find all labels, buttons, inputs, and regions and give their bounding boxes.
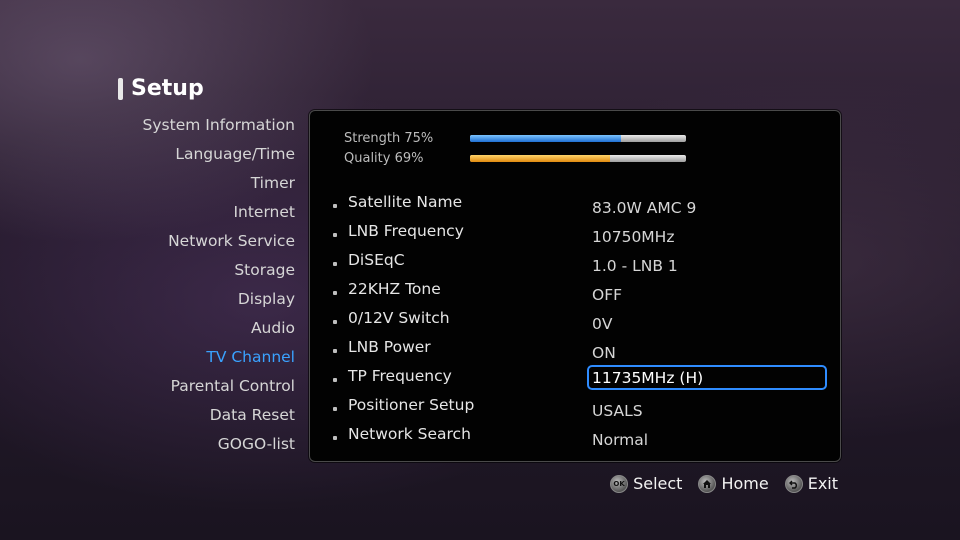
bullet-icon xyxy=(333,262,337,266)
setting-label: 0/12V Switch xyxy=(348,309,450,327)
setting-label: 22KHZ Tone xyxy=(348,280,441,298)
footer-hints: OK Select Home Exit xyxy=(594,474,838,493)
setting-value[interactable]: 0V xyxy=(592,315,612,333)
home-button[interactable]: Home xyxy=(698,474,769,493)
setting-row-lnb-frequency[interactable]: LNB Frequency 10750MHz xyxy=(310,220,840,249)
setting-row-0-12v-switch[interactable]: 0/12V Switch 0V xyxy=(310,307,840,336)
bullet-icon xyxy=(333,349,337,353)
setting-row-satellite-name[interactable]: Satellite Name 83.0W AMC 9 xyxy=(310,191,840,220)
setting-row-diseqc[interactable]: DiSEqC 1.0 - LNB 1 xyxy=(310,249,840,278)
tv-channel-panel: Strength 75% Quality 69% Satellite Name … xyxy=(309,110,841,462)
signal-strength-fill xyxy=(470,134,622,142)
exit-label: Exit xyxy=(807,474,838,493)
menu-item-network-service[interactable]: Network Service xyxy=(143,228,295,257)
setup-menu: System Information Language/Time Timer I… xyxy=(143,112,295,460)
page-header: Setup xyxy=(118,76,204,101)
setting-value[interactable]: OFF xyxy=(592,286,622,304)
setting-label: Satellite Name xyxy=(348,193,463,211)
setting-value[interactable]: USALS xyxy=(592,402,643,420)
menu-item-data-reset[interactable]: Data Reset xyxy=(143,402,295,431)
setting-value[interactable]: 10750MHz xyxy=(592,228,674,246)
back-icon xyxy=(784,474,803,493)
setting-value[interactable]: Normal xyxy=(592,431,648,449)
ok-icon: OK xyxy=(610,474,629,493)
setting-label: DiSEqC xyxy=(348,251,405,269)
menu-item-language-time[interactable]: Language/Time xyxy=(143,141,295,170)
menu-item-storage[interactable]: Storage xyxy=(143,257,295,286)
setting-label: TP Frequency xyxy=(348,367,452,385)
menu-item-display[interactable]: Display xyxy=(143,286,295,315)
signal-strength-label: Strength 75% xyxy=(344,130,434,146)
setting-label: Network Search xyxy=(348,425,471,443)
setting-value[interactable]: ON xyxy=(592,344,616,362)
signal-quality-label: Quality 69% xyxy=(344,150,424,166)
signal-strength: Strength 75% xyxy=(344,128,686,148)
setting-value-selected[interactable]: 11735MHz (H) xyxy=(592,369,703,387)
setting-label: LNB Frequency xyxy=(348,222,464,240)
setting-label: LNB Power xyxy=(348,338,431,356)
bullet-icon xyxy=(333,378,337,382)
page-title: Setup xyxy=(131,76,204,101)
menu-item-parental-control[interactable]: Parental Control xyxy=(143,373,295,402)
signal-quality-bar xyxy=(470,154,686,162)
signal-quality: Quality 69% xyxy=(344,148,686,168)
exit-button[interactable]: Exit xyxy=(784,474,838,493)
setting-row-lnb-power[interactable]: LNB Power ON xyxy=(310,336,840,365)
menu-item-audio[interactable]: Audio xyxy=(143,315,295,344)
bullet-icon xyxy=(333,436,337,440)
menu-item-system-information[interactable]: System Information xyxy=(143,112,295,141)
bullet-icon xyxy=(333,407,337,411)
title-marker xyxy=(118,77,123,100)
home-label: Home xyxy=(721,474,769,493)
setting-row-22khz-tone[interactable]: 22KHZ Tone OFF xyxy=(310,278,840,307)
setting-row-tp-frequency[interactable]: TP Frequency 11735MHz (H) xyxy=(310,365,840,394)
menu-item-internet[interactable]: Internet xyxy=(143,199,295,228)
home-icon xyxy=(698,474,717,493)
setting-row-network-search[interactable]: Network Search Normal xyxy=(310,423,840,452)
select-button[interactable]: OK Select xyxy=(610,474,682,493)
signal-quality-fill xyxy=(470,154,611,162)
menu-item-gogo-list[interactable]: GOGO-list xyxy=(143,431,295,460)
setting-value[interactable]: 1.0 - LNB 1 xyxy=(592,257,678,275)
signal-strength-bar xyxy=(470,134,686,142)
setting-row-positioner-setup[interactable]: Positioner Setup USALS xyxy=(310,394,840,423)
select-label: Select xyxy=(633,474,683,493)
bullet-icon xyxy=(333,291,337,295)
menu-item-tv-channel[interactable]: TV Channel xyxy=(143,344,295,373)
menu-item-timer[interactable]: Timer xyxy=(143,170,295,199)
setting-label: Positioner Setup xyxy=(348,396,475,414)
bullet-icon xyxy=(333,204,337,208)
setting-value[interactable]: 83.0W AMC 9 xyxy=(592,199,696,217)
bullet-icon xyxy=(333,320,337,324)
bullet-icon xyxy=(333,233,337,237)
